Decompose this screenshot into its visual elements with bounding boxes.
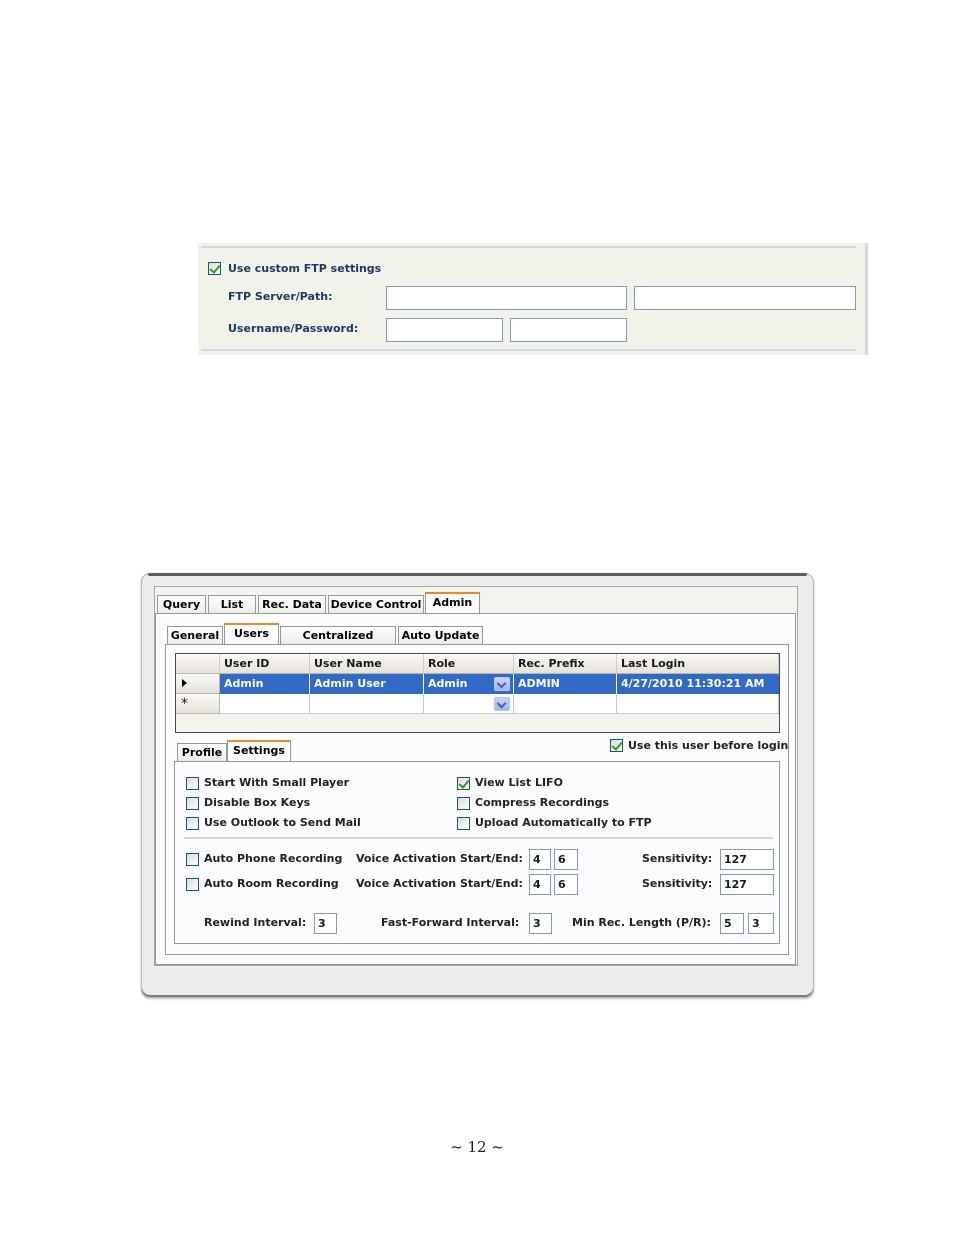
new-role-dropdown-chevron-down-icon[interactable] [494, 697, 510, 711]
disable-box-keys-label: Disable Box Keys [204, 796, 311, 809]
new-cell-user-id[interactable] [220, 694, 310, 714]
ftp-username-input[interactable] [386, 318, 503, 342]
auto-phone-recording-checkbox[interactable] [186, 853, 199, 866]
min-rec-length-phone-input[interactable]: 5 [720, 913, 744, 934]
room-voice-activation-label: Voice Activation Start/End: [356, 877, 523, 890]
tab-device-control[interactable]: Device Control [328, 595, 424, 614]
column-header-last-login[interactable]: Last Login [617, 654, 779, 674]
compress-recordings-checkbox[interactable] [457, 797, 470, 810]
use-custom-ftp-label: Use custom FTP settings [228, 262, 382, 275]
window-top-edge [148, 573, 807, 576]
cell-rec-prefix[interactable]: ADMIN [514, 674, 617, 694]
use-outlook-label: Use Outlook to Send Mail [204, 816, 361, 829]
divider-bottom [201, 349, 856, 351]
upload-ftp-checkbox[interactable] [457, 817, 470, 830]
new-row-marker-icon[interactable]: * [176, 694, 220, 714]
fast-forward-interval-input[interactable]: 3 [529, 913, 552, 934]
tab-query[interactable]: Query [157, 595, 206, 614]
view-list-lifo-label: View List LIFO [475, 776, 563, 789]
page-number: ~ 12 ~ [450, 1138, 504, 1156]
use-outlook-checkbox[interactable] [186, 817, 199, 830]
use-custom-ftp-checkbox[interactable] [208, 262, 221, 275]
compress-recordings-label: Compress Recordings [475, 796, 610, 809]
start-small-player-label: Start With Small Player [204, 776, 350, 789]
phone-voice-activation-label: Voice Activation Start/End: [356, 852, 523, 865]
disable-box-keys-checkbox[interactable] [186, 797, 199, 810]
upload-ftp-label: Upload Automatically to FTP [475, 816, 652, 829]
auto-room-recording-checkbox[interactable] [186, 878, 199, 891]
ftp-settings-panel: Use custom FTP settings FTP Server/Path:… [198, 243, 868, 355]
column-header-user-id[interactable]: User ID [220, 654, 310, 674]
ftp-server-path-label: FTP Server/Path: [228, 290, 333, 303]
tab-users[interactable]: Users [224, 623, 279, 645]
use-before-login-label: Use this user before login [628, 739, 789, 752]
ftp-path-input[interactable] [634, 286, 856, 310]
row-selector-current[interactable] [176, 674, 220, 694]
phone-sensitivity-label: Sensitivity: [642, 852, 713, 865]
tab-list[interactable]: List [208, 595, 256, 614]
tab-admin[interactable]: Admin [425, 592, 480, 614]
ftp-server-input[interactable] [386, 286, 627, 310]
min-rec-length-room-input[interactable]: 3 [748, 913, 774, 934]
cell-user-name[interactable]: Admin User [310, 674, 424, 694]
column-header-role[interactable]: Role [424, 654, 514, 674]
start-small-player-checkbox[interactable] [186, 777, 199, 790]
cell-role-value: Admin [428, 677, 468, 690]
username-password-label: Username/Password: [228, 322, 359, 335]
fast-forward-interval-label: Fast-Forward Interval: [381, 916, 520, 929]
rewind-interval-label: Rewind Interval: [204, 916, 307, 929]
panel-edge [865, 243, 868, 355]
tab-settings[interactable]: Settings [227, 740, 291, 762]
min-rec-length-label: Min Rec. Length (P/R): [572, 916, 711, 929]
grid-corner [176, 654, 220, 674]
column-header-user-name[interactable]: User Name [310, 654, 424, 674]
new-cell-last-login[interactable] [617, 694, 779, 714]
users-grid: User ID User Name Role Rec. Prefix Last … [175, 653, 780, 733]
phone-voice-start-input[interactable]: 4 [529, 849, 551, 870]
rewind-interval-input[interactable]: 3 [314, 913, 337, 934]
tab-auto-update[interactable]: Auto Update [398, 626, 483, 645]
phone-voice-end-input[interactable]: 6 [554, 849, 578, 870]
auto-phone-recording-label: Auto Phone Recording [204, 852, 343, 865]
tab-general[interactable]: General [167, 626, 223, 645]
cell-last-login[interactable]: 4/27/2010 11:30:21 AM [617, 674, 779, 694]
room-voice-start-input[interactable]: 4 [529, 874, 551, 895]
divider-top [201, 246, 856, 248]
current-row-arrow-icon [182, 679, 187, 687]
room-sensitivity-label: Sensitivity: [642, 877, 713, 890]
ftp-password-input[interactable] [510, 318, 627, 342]
cell-user-id[interactable]: Admin [220, 674, 310, 694]
new-cell-user-name[interactable] [310, 694, 424, 714]
view-list-lifo-checkbox[interactable] [457, 777, 470, 790]
room-sensitivity-input[interactable]: 127 [720, 874, 774, 895]
auto-room-recording-label: Auto Room Recording [204, 877, 339, 890]
phone-sensitivity-input[interactable]: 127 [720, 849, 774, 870]
new-cell-rec-prefix[interactable] [514, 694, 617, 714]
tab-centralized-profile[interactable]: Centralized Profile [280, 626, 396, 660]
role-dropdown-chevron-down-icon[interactable] [494, 677, 510, 691]
tab-profile[interactable]: Profile [177, 743, 227, 762]
tab-rec-data[interactable]: Rec. Data [258, 595, 326, 614]
room-voice-end-input[interactable]: 6 [554, 874, 578, 895]
options-divider [184, 837, 773, 839]
use-before-login-checkbox[interactable] [610, 739, 623, 752]
column-header-rec-prefix[interactable]: Rec. Prefix [514, 654, 617, 674]
